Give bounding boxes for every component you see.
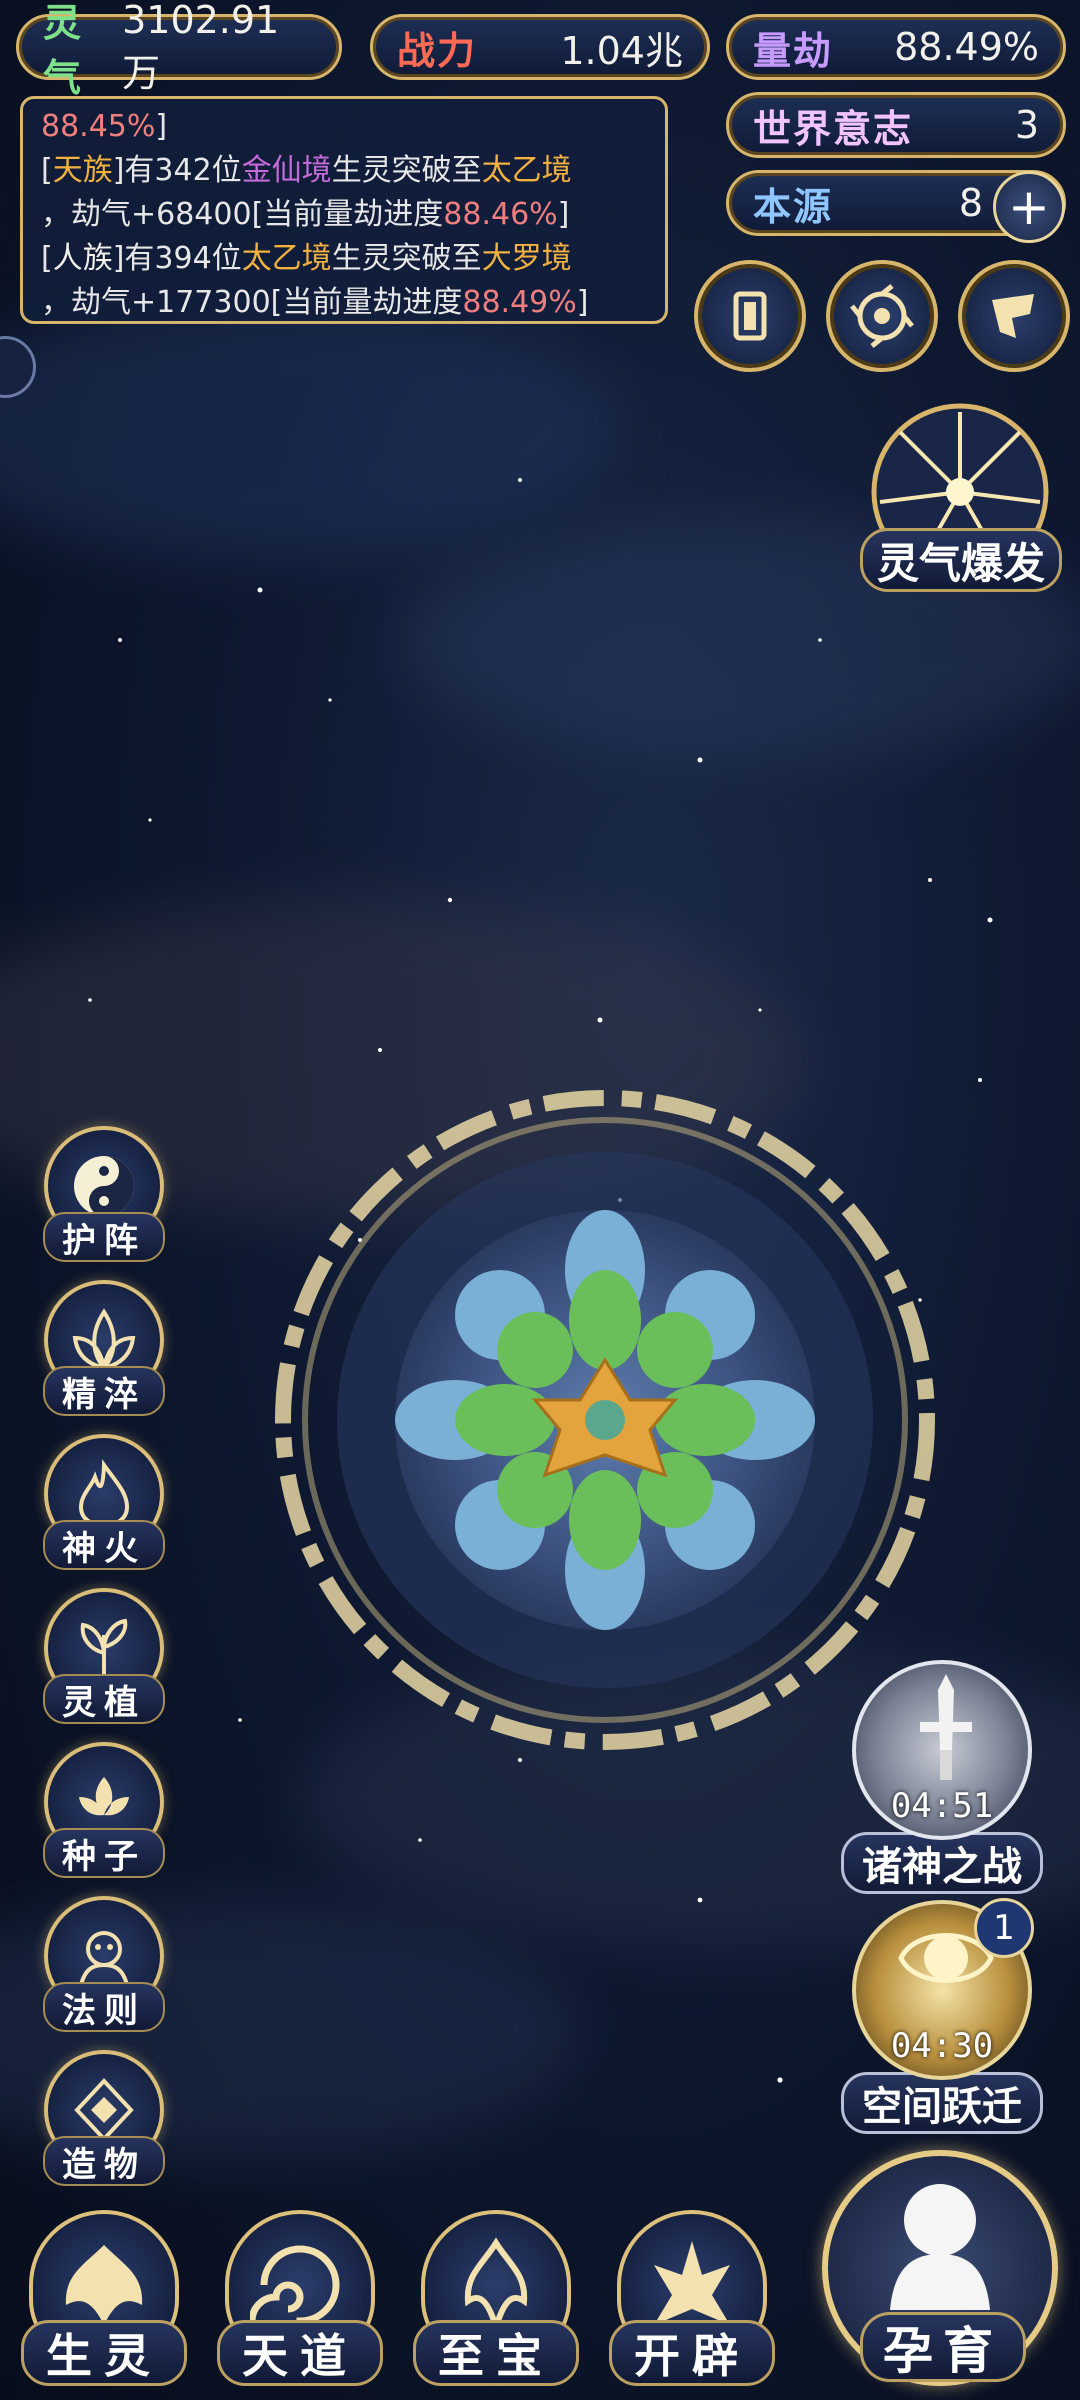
side-label-faze: 法则 [43, 1982, 165, 2032]
log-e2-race: 人族 [52, 241, 113, 276]
bottom-label-zhibao: 至宝 [413, 2320, 579, 2386]
log-e1-pct: 88.46% [443, 197, 558, 232]
benyuan-label: 本源 [753, 184, 834, 229]
side-btn-shenhuo[interactable]: 神火 [40, 1434, 168, 1574]
log-e1-open: [ [41, 153, 53, 188]
sword-emblem-icon: 04:51 [852, 1660, 1032, 1840]
leap-timer: 04:30 [890, 2026, 994, 2066]
side-label-zhongzi: 种子 [43, 1828, 165, 1878]
lingqi-label: 灵气 [43, 1, 84, 100]
side-btn-lingzhi[interactable]: 灵植 [40, 1588, 168, 1728]
log-e2-open: [ [41, 241, 53, 276]
log-e2-mid: ]有394位 [112, 241, 242, 276]
shijie-label: 世界意志 [753, 106, 914, 151]
liangjie-value: 88.49% [894, 25, 1039, 69]
benyuan-stat[interactable]: 本源 8 + [726, 170, 1066, 243]
side-label-zaowu: 造物 [43, 2136, 165, 2186]
log-e1-rest: 生灵突破至 [331, 153, 482, 188]
yunyu-button[interactable]: 孕育 [812, 2140, 1068, 2396]
leap-badge: 1 [974, 1898, 1034, 1958]
log-e1-race: 天族 [52, 153, 113, 188]
lingqi-burst-button[interactable]: 灵气爆发 [860, 392, 1062, 592]
add-benyuan-button[interactable]: + [993, 171, 1065, 243]
log-e2-close: ] [576, 285, 589, 320]
lingqi-value: 3102.91万 [122, 0, 280, 95]
side-label-huzhen: 护阵 [43, 1212, 165, 1262]
vortex-icon [850, 284, 914, 348]
lingqi-stat[interactable]: 灵气 3102.91万 [16, 0, 342, 100]
vortex-button[interactable] [826, 260, 938, 372]
scroll-icon [992, 294, 1034, 338]
leap-label: 空间跃迁 [841, 2072, 1043, 2134]
yunyu-label: 孕育 [860, 2312, 1026, 2382]
log-e2-realm: 太乙境 [241, 241, 332, 276]
log-line0-bracket: ] [155, 109, 168, 144]
benyuan-value: 8 [958, 181, 983, 225]
bottom-btn-kaipi[interactable]: 开辟 [608, 2210, 776, 2390]
side-btn-jingcui[interactable]: 精淬 [40, 1280, 168, 1420]
liangjie-stat[interactable]: 量劫 88.49% [726, 14, 1066, 80]
baby-icon [890, 2184, 990, 2310]
side-btn-zaowu[interactable]: 造物 [40, 2050, 168, 2190]
log-e1-mid: ]有342位 [112, 153, 242, 188]
leap-emblem-icon: 04:30 1 [852, 1898, 1034, 2080]
log-line0-pct: 88.45% [41, 109, 156, 144]
side-btn-faze[interactable]: 法则 [40, 1896, 168, 2036]
side-btn-zhongzi[interactable]: 种子 [40, 1742, 168, 1882]
liangjie-label: 量劫 [753, 28, 834, 73]
side-label-shenhuo: 神火 [43, 1520, 165, 1570]
side-label-jingcui: 精淬 [43, 1366, 165, 1416]
zhanli-label: 战力 [397, 28, 478, 73]
shijie-stat[interactable]: 世界意志 3 [726, 92, 1066, 158]
burst-label: 灵气爆发 [860, 528, 1062, 592]
log-e2-gain: ，劫气+177300[当前量劫进度 [41, 285, 463, 320]
zhanli-stat[interactable]: 战力 1.04兆 [370, 14, 710, 80]
bottom-btn-shengling[interactable]: 生灵 [20, 2210, 188, 2390]
side-btn-huzhen[interactable]: 护阵 [40, 1126, 168, 1266]
war-label: 诸神之战 [841, 1832, 1043, 1894]
log-e2-rest: 生灵突破至 [331, 241, 482, 276]
card-button[interactable] [694, 260, 806, 372]
side-label-lingzhi: 灵植 [43, 1674, 165, 1724]
war-timer: 04:51 [890, 1786, 994, 1826]
log-e2-target: 大罗境 [481, 241, 572, 276]
scroll-button[interactable] [958, 260, 1070, 372]
bottom-label-shengling: 生灵 [21, 2320, 187, 2386]
zhushen-war-button[interactable]: 04:51 诸神之战 [841, 1660, 1043, 1894]
bottom-label-tiandao: 天道 [217, 2320, 383, 2386]
bottom-btn-tiandao[interactable]: 天道 [216, 2210, 384, 2390]
event-log: 88.45%] [天族]有342位金仙境生灵突破至太乙境 ，劫气+68400[当… [20, 96, 668, 324]
log-e2-pct: 88.49% [462, 285, 577, 320]
zhanli-value: 1.04兆 [560, 28, 683, 73]
bottom-btn-zhibao[interactable]: 至宝 [412, 2210, 580, 2390]
card-icon [733, 291, 767, 341]
space-leap-button[interactable]: 04:30 1 空间跃迁 [841, 1898, 1043, 2134]
log-e1-gain: ，劫气+68400[当前量劫进度 [41, 197, 444, 232]
log-e1-target: 太乙境 [481, 153, 572, 188]
log-e1-close: ] [557, 197, 570, 232]
log-e1-realm: 金仙境 [241, 153, 332, 188]
shijie-value: 3 [1014, 103, 1039, 147]
bottom-label-kaipi: 开辟 [609, 2320, 775, 2386]
